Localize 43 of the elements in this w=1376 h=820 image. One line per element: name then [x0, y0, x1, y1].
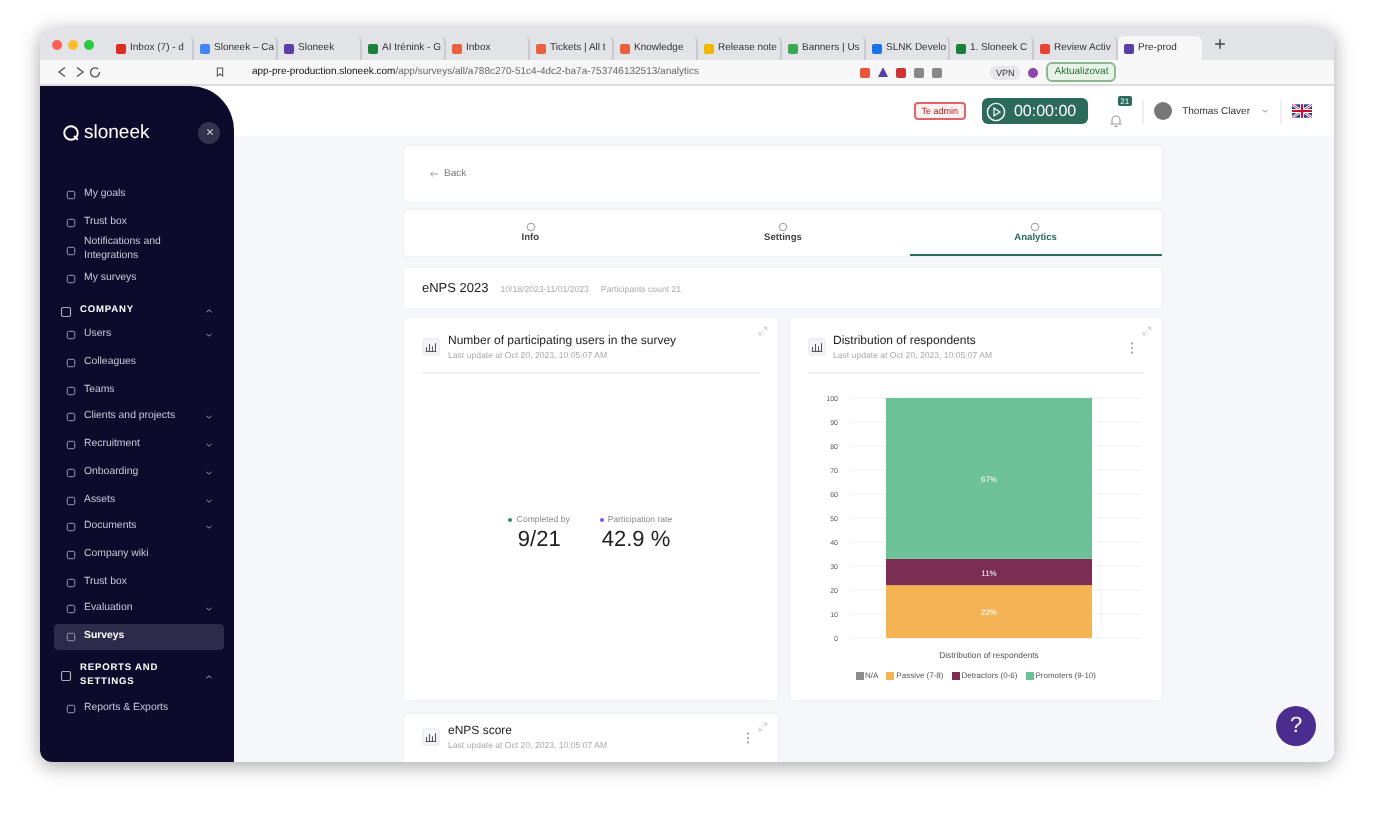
square-icon: [60, 305, 72, 318]
square-icon: [66, 330, 76, 341]
bookmark-icon[interactable]: [216, 66, 224, 78]
stat-value: 9/21: [517, 528, 561, 552]
square-icon: [66, 218, 76, 229]
square-icon: [66, 549, 76, 560]
chart-icon: [422, 728, 440, 746]
close-sidebar-button[interactable]: [198, 121, 220, 143]
play-icon: [985, 101, 1006, 121]
chevron-icon[interactable]: [1260, 106, 1270, 116]
square-icon: [60, 670, 72, 683]
chart-icon: [422, 338, 440, 356]
chart-icon: [807, 338, 825, 356]
close-window-icon[interactable]: [52, 39, 62, 49]
logo-text: sloneek: [84, 121, 152, 143]
square-icon: [66, 358, 76, 369]
square-icon: [66, 273, 76, 284]
square-icon: [66, 495, 76, 506]
square-icon: [66, 385, 76, 396]
circle-icon: [777, 221, 788, 231]
square-icon: [66, 467, 76, 478]
avatar[interactable]: [1154, 102, 1173, 120]
bell-icon[interactable]: [1108, 111, 1125, 127]
arrow-left-icon: [428, 170, 440, 178]
timer-button[interactable]: 00:00:00: [981, 98, 1089, 124]
square-icon: [66, 577, 76, 588]
profile-icon[interactable]: [1028, 67, 1039, 77]
square-icon: [66, 703, 76, 714]
square-icon: [66, 631, 76, 642]
flag-icon[interactable]: [1292, 104, 1312, 118]
circle-icon: [525, 221, 536, 231]
square-icon: [66, 190, 76, 201]
square-icon: [66, 245, 76, 256]
logo-icon: [62, 123, 80, 141]
square-icon: [66, 522, 76, 533]
square-icon: [66, 604, 76, 615]
maximize-window-icon[interactable]: [84, 39, 94, 49]
new-tab-icon[interactable]: [1214, 38, 1226, 50]
square-icon: [66, 440, 76, 451]
square-icon: [66, 412, 76, 423]
close-icon: [205, 128, 213, 136]
circle-icon: [1030, 221, 1041, 231]
stat-value: 42.9 %: [601, 528, 671, 552]
